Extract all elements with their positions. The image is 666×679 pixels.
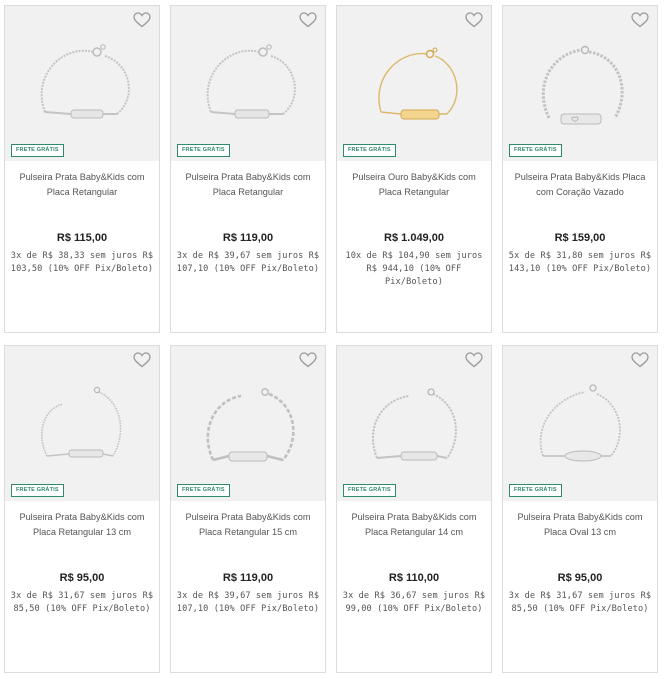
product-price: R$ 1.049,00 — [384, 232, 444, 244]
installment-info: 5x de R$ 31,80 sem juros R$ 143,10 (10% … — [508, 251, 652, 274]
product-image[interactable] — [5, 6, 159, 161]
installment-info: 3x de R$ 31,67 sem juros R$ 85,50 (10% O… — [10, 591, 154, 614]
product-image[interactable] — [503, 6, 657, 161]
product-price: R$ 95,00 — [557, 572, 603, 584]
favorite-heart-icon[interactable] — [465, 12, 483, 28]
free-shipping-badge: FRETE GRÁTIS — [343, 144, 396, 157]
silver-bracelet-image — [41, 386, 122, 458]
favorite-heart-icon[interactable] — [465, 352, 483, 368]
silver-bracelet-image — [539, 384, 621, 462]
favorite-heart-icon[interactable] — [299, 352, 317, 368]
favorite-heart-icon[interactable] — [133, 12, 151, 28]
product-name[interactable]: Pulseira Prata Baby&Kids Placa com Coraç… — [509, 170, 651, 200]
product-image[interactable] — [5, 346, 159, 501]
product-name[interactable]: Pulseira Prata Baby&Kids com Placa Retan… — [177, 170, 319, 200]
gold-bracelet-image — [378, 47, 458, 120]
product-price: R$ 159,00 — [554, 232, 606, 244]
favorite-heart-icon[interactable] — [133, 352, 151, 368]
silver-bracelet-image — [206, 388, 295, 462]
installment-info: 3x de R$ 39,67 sem juros R$ 107,10 (10% … — [176, 591, 320, 614]
product-image[interactable] — [503, 346, 657, 501]
product-card[interactable]: FRETE GRÁTIS Pulseira Prata Baby&Kids co… — [502, 345, 658, 673]
free-shipping-badge: FRETE GRÁTIS — [509, 144, 562, 157]
product-image[interactable] — [171, 6, 325, 161]
product-card[interactable]: FRETE GRÁTIS Pulseira Prata Baby&Kids co… — [336, 345, 492, 673]
installment-info: 3x de R$ 39,67 sem juros R$ 107,10 (10% … — [176, 251, 320, 274]
product-name[interactable]: Pulseira Prata Baby&Kids com Placa Oval … — [509, 510, 651, 540]
product-card[interactable]: FRETE GRÁTIS Pulseira Prata Baby&Kids co… — [170, 345, 326, 673]
favorite-heart-icon[interactable] — [631, 352, 649, 368]
product-card[interactable]: FRETE GRÁTIS Pulseira Ouro Baby&Kids com… — [336, 5, 492, 333]
product-name[interactable]: Pulseira Prata Baby&Kids com Placa Retan… — [343, 510, 485, 540]
product-image[interactable] — [337, 6, 491, 161]
installment-info: 10x de R$ 104,90 sem juros R$ 944,10 (10… — [345, 251, 483, 287]
free-shipping-badge: FRETE GRÁTIS — [509, 484, 562, 497]
free-shipping-badge: FRETE GRÁTIS — [11, 484, 64, 497]
product-name[interactable]: Pulseira Prata Baby&Kids com Placa Retan… — [11, 170, 153, 200]
free-shipping-badge: FRETE GRÁTIS — [177, 484, 230, 497]
product-image[interactable] — [171, 346, 325, 501]
product-price: R$ 115,00 — [56, 232, 108, 244]
installment-info: 3x de R$ 38,33 sem juros R$ 103,50 (10% … — [10, 251, 154, 274]
product-grid: FRETE GRÁTIS Pulseira Prata Baby&Kids co… — [0, 0, 666, 679]
installment-info: 3x de R$ 36,67 sem juros R$ 99,00 (10% O… — [342, 591, 486, 614]
product-name[interactable]: Pulseira Prata Baby&Kids com Placa Retan… — [11, 510, 153, 540]
product-price: R$ 95,00 — [59, 572, 105, 584]
product-card[interactable]: FRETE GRÁTIS Pulseira Prata Baby&Kids co… — [4, 345, 160, 673]
free-shipping-badge: FRETE GRÁTIS — [343, 484, 396, 497]
product-price: R$ 119,00 — [222, 232, 274, 244]
silver-bracelet-image — [541, 45, 624, 125]
product-name[interactable]: Pulseira Ouro Baby&Kids com Placa Retang… — [343, 170, 485, 200]
installment-info: 3x de R$ 31,67 sem juros R$ 85,50 (10% O… — [508, 591, 652, 614]
free-shipping-badge: FRETE GRÁTIS — [177, 144, 230, 157]
favorite-heart-icon[interactable] — [631, 12, 649, 28]
product-price: R$ 119,00 — [222, 572, 274, 584]
product-card[interactable]: FRETE GRÁTIS Pulseira Prata Baby&Kids co… — [4, 5, 160, 333]
silver-bracelet-image — [206, 44, 296, 119]
silver-bracelet-image — [40, 44, 130, 119]
product-card[interactable]: FRETE GRÁTIS Pulseira Prata Baby&Kids Pl… — [502, 5, 658, 333]
product-name[interactable]: Pulseira Prata Baby&Kids com Placa Retan… — [177, 510, 319, 540]
silver-bracelet-image — [372, 388, 457, 461]
product-price: R$ 110,00 — [388, 572, 440, 584]
favorite-heart-icon[interactable] — [299, 12, 317, 28]
product-image[interactable] — [337, 346, 491, 501]
free-shipping-badge: FRETE GRÁTIS — [11, 144, 64, 157]
product-card[interactable]: FRETE GRÁTIS Pulseira Prata Baby&Kids co… — [170, 5, 326, 333]
